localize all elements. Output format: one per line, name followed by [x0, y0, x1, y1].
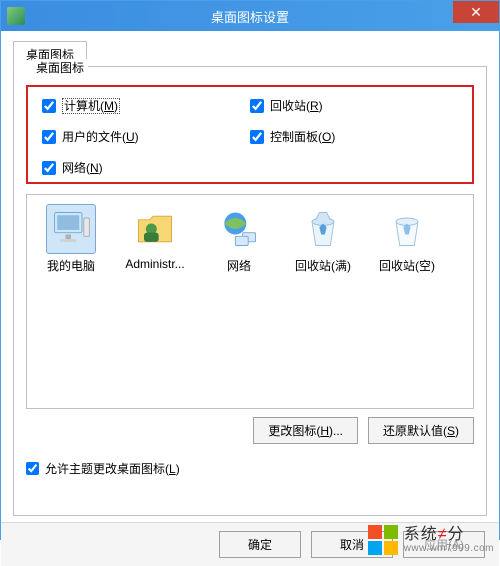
checkbox-recycle[interactable]: 回收站(R) — [250, 97, 458, 114]
ok-button[interactable]: 确定 — [219, 531, 301, 558]
icon-preview-list: 我的电脑 Administr... 网络 — [26, 194, 474, 409]
network-icon — [215, 205, 263, 253]
checkbox-network-label: 网络(N) — [62, 159, 103, 176]
checkbox-control-input[interactable] — [250, 130, 264, 144]
fieldset-label: 桌面图标 — [32, 59, 88, 76]
windows-logo-icon — [368, 525, 398, 555]
checkbox-computer[interactable]: 计算机(M) — [42, 97, 250, 114]
icon-label-computer: 我的电脑 — [47, 257, 95, 274]
checkbox-userfiles-label: 用户的文件(U) — [62, 128, 139, 145]
icon-checkbox-group-highlight: 计算机(M) 回收站(R) 用户的文件(U) 控制面板(O) 网络(N) — [26, 85, 474, 184]
checkbox-userfiles-input[interactable] — [42, 130, 56, 144]
checkbox-allow-theme[interactable]: 允许主题更改桌面图标(L) — [26, 460, 474, 477]
watermark-url: www.win7999.com — [404, 543, 494, 554]
checkbox-computer-label: 计算机(M) — [62, 97, 120, 114]
checkbox-userfiles[interactable]: 用户的文件(U) — [42, 128, 250, 145]
icon-label-network: 网络 — [227, 257, 251, 274]
icon-buttons-row: 更改图标(H)... 还原默认值(S) — [26, 417, 474, 444]
icon-item-recycle-empty[interactable]: 回收站(空) — [369, 205, 445, 274]
user-folder-icon — [131, 205, 179, 253]
checkbox-recycle-label: 回收站(R) — [270, 97, 323, 114]
window-title: 桌面图标设置 — [1, 7, 499, 26]
checkbox-network[interactable]: 网络(N) — [42, 159, 250, 176]
checkbox-computer-input[interactable] — [42, 99, 56, 113]
checkbox-control-label: 控制面板(O) — [270, 128, 335, 145]
icon-item-network[interactable]: 网络 — [201, 205, 277, 274]
computer-icon — [47, 205, 95, 253]
icon-item-computer[interactable]: 我的电脑 — [33, 205, 109, 274]
close-icon: ✕ — [470, 4, 482, 21]
icon-item-recycle-full[interactable]: 回收站(满) — [285, 205, 361, 274]
checkbox-allow-theme-label: 允许主题更改桌面图标(L) — [45, 460, 180, 477]
dialog-body: 桌面图标 桌面图标 计算机(M) 回收站(R) 用户的文件(U) — [1, 31, 499, 522]
icon-label-recycle-empty: 回收站(空) — [379, 257, 435, 274]
watermark: 系统≠分 www.win7999.com — [368, 525, 494, 555]
restore-default-button[interactable]: 还原默认值(S) — [368, 417, 474, 444]
icon-label-recycle-full: 回收站(满) — [295, 257, 351, 274]
recycle-full-icon — [299, 205, 347, 253]
checkbox-recycle-input[interactable] — [250, 99, 264, 113]
tab-panel: 桌面图标 计算机(M) 回收站(R) 用户的文件(U) 控制面板(O) — [13, 66, 487, 516]
recycle-empty-icon — [383, 205, 431, 253]
watermark-text: 系统≠分 www.win7999.com — [404, 526, 494, 555]
change-icon-button[interactable]: 更改图标(H)... — [253, 417, 358, 444]
checkbox-network-input[interactable] — [42, 161, 56, 175]
desktop-icon-settings-window: 桌面图标设置 ✕ 桌面图标 桌面图标 计算机(M) 回收站(R) — [0, 0, 500, 540]
checkbox-control[interactable]: 控制面板(O) — [250, 128, 458, 145]
checkbox-allow-theme-input[interactable] — [26, 462, 39, 475]
close-button[interactable]: ✕ — [453, 1, 499, 23]
icon-label-admin: Administr... — [125, 257, 184, 271]
icon-item-admin[interactable]: Administr... — [117, 205, 193, 271]
titlebar: 桌面图标设置 ✕ — [1, 1, 499, 31]
